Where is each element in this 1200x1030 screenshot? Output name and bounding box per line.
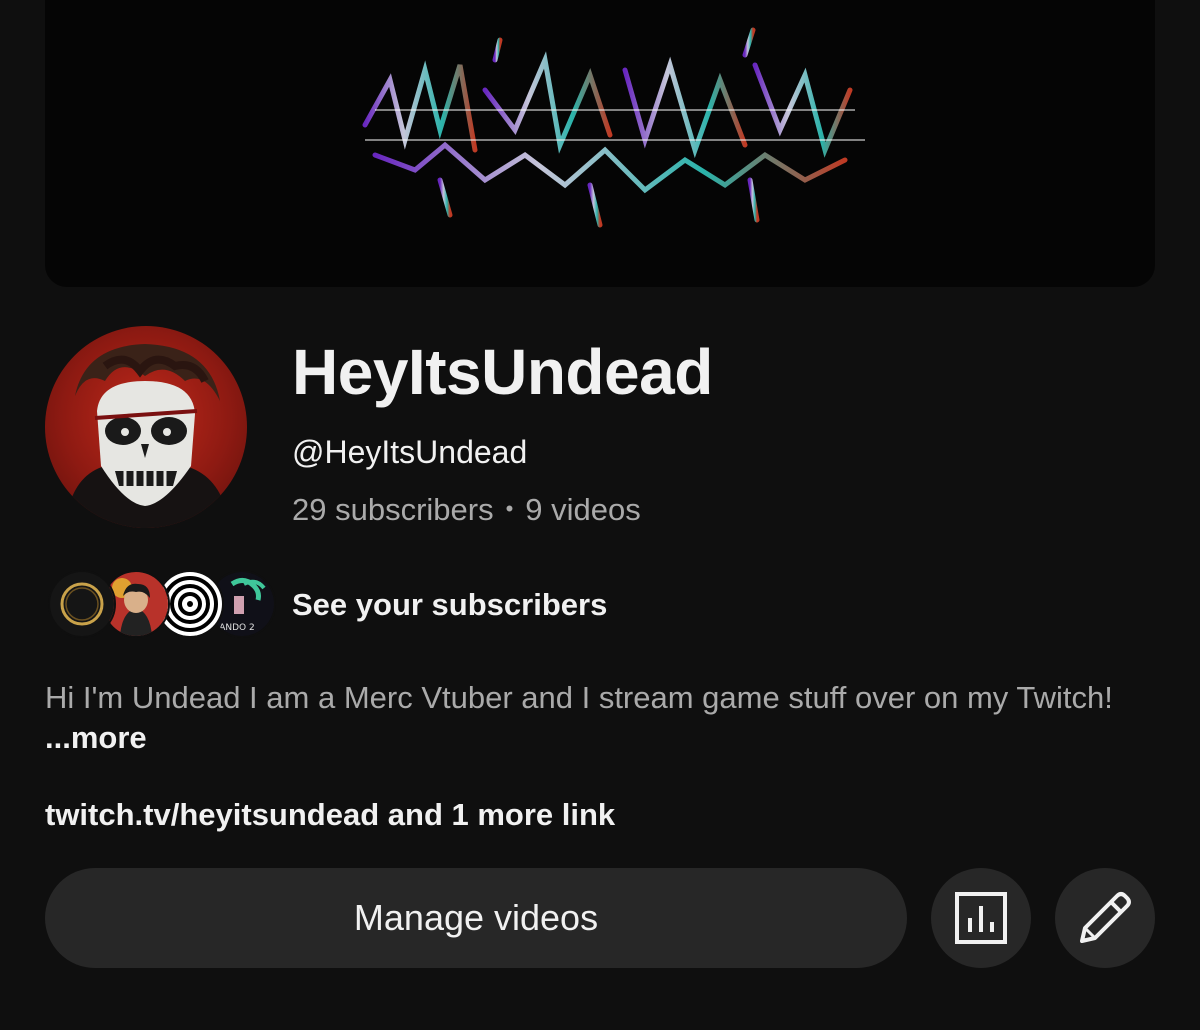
- channel-banner: [45, 0, 1155, 287]
- channel-avatar: [45, 326, 247, 528]
- analytics-icon: [955, 892, 1007, 944]
- edit-channel-button[interactable]: [1055, 868, 1155, 968]
- channel-name: HeyItsUndead: [292, 336, 713, 408]
- pencil-icon: [1080, 892, 1131, 943]
- channel-description[interactable]: Hi I'm Undead I am a Merc Vtuber and I s…: [45, 678, 1155, 758]
- video-count: 9 videos: [525, 492, 641, 527]
- channel-links[interactable]: twitch.tv/heyitsundead and 1 more link: [45, 795, 615, 835]
- glitch-logo-art-icon: [362, 27, 865, 228]
- orlando-avatar-text: LANDO 2: [214, 623, 255, 633]
- subscriber-count: 29 subscribers: [292, 492, 494, 527]
- channel-stats: 29 subscribers • 9 videos: [292, 490, 641, 533]
- subscriber-avatars[interactable]: LANDO 2: [48, 570, 276, 638]
- stats-separator: •: [505, 496, 514, 521]
- description-more-link[interactable]: ...more: [45, 720, 147, 755]
- channel-handle: @HeyItsUndead: [292, 434, 528, 470]
- skull-mask-avatar-icon: [65, 344, 230, 528]
- manage-videos-button[interactable]: Manage videos: [45, 868, 907, 968]
- see-subscribers-link[interactable]: See your subscribers: [292, 585, 607, 625]
- golden-ring-avatar-icon: [48, 570, 116, 638]
- description-text: Hi I'm Undead I am a Merc Vtuber and I s…: [45, 680, 1113, 715]
- analytics-button[interactable]: [931, 868, 1031, 968]
